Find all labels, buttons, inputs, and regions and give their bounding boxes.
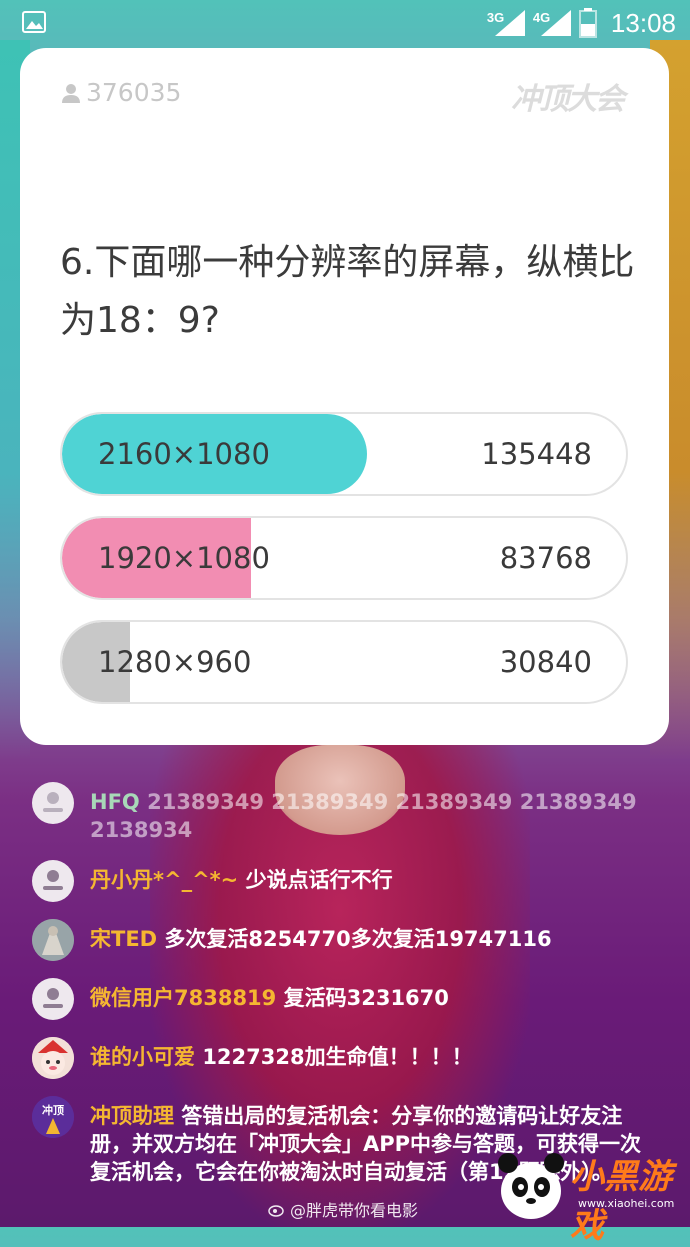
- image-notification-icon: [22, 11, 46, 33]
- chat-message-text: 多次复活8254770多次复活19747116: [164, 927, 552, 951]
- answer-option-3[interactable]: 1280×960 30840: [60, 620, 628, 704]
- chat-username: HFQ: [90, 790, 140, 814]
- answer-label: 1280×960: [98, 645, 252, 679]
- weibo-icon: [268, 1205, 284, 1217]
- site-logo-url: www.xiaohei.com: [578, 1197, 675, 1210]
- chat-message: 宋TED 多次复活8254770多次复活19747116: [32, 919, 652, 961]
- person-icon: [32, 860, 74, 902]
- person-icon: [62, 83, 80, 103]
- network-3g-icon: 3G: [487, 8, 525, 38]
- photo-avatar: [32, 919, 74, 961]
- answer-label: 2160×1080: [98, 437, 270, 471]
- question-card: 376035 冲顶大会 6.下面哪一种分辨率的屏幕，纵横比为18：9? 2160…: [20, 48, 669, 745]
- answer-count: 30840: [499, 645, 592, 679]
- question-text: 6.下面哪一种分辨率的屏幕，纵横比为18：9?: [60, 242, 635, 341]
- person-icon: [32, 978, 74, 1020]
- chat-username: 谁的小可爱: [90, 1045, 195, 1069]
- chat-message: 丹小丹*^_^*~ 少说点话行不行: [32, 860, 652, 902]
- site-logo: 小黑游戏 www.xiaohei.com: [496, 1143, 686, 1246]
- chat-username: 微信用户7838819: [90, 986, 277, 1010]
- answer-option-1[interactable]: 2160×1080 135448: [60, 412, 628, 496]
- weibo-watermark: @胖虎带你看电影: [268, 1197, 418, 1221]
- answer-count: 135448: [481, 437, 592, 471]
- chat-message-text: 1227328加生命值！！！！: [202, 1045, 473, 1069]
- app-logo: 冲顶大会: [511, 82, 625, 117]
- cartoon-avatar: [32, 1037, 74, 1079]
- battery-icon: [578, 8, 597, 38]
- assistant-avatar: 冲顶: [32, 1096, 74, 1138]
- chat-message-text: 少说点话行不行: [245, 868, 393, 892]
- chat-username: 丹小丹*^_^*~: [90, 868, 239, 892]
- chat-message-text: 复活码3231670: [283, 986, 449, 1010]
- panda-icon: [498, 1153, 564, 1219]
- network-4g-icon: 4G: [533, 8, 571, 38]
- answer-count: 83768: [499, 541, 592, 575]
- chat-message: 微信用户7838819 复活码3231670: [32, 978, 652, 1020]
- clock: 13:08: [610, 7, 676, 38]
- chat-message: 谁的小可爱 1227328加生命值！！！！: [32, 1037, 652, 1079]
- answer-option-2[interactable]: 1920×1080 83768: [60, 516, 628, 600]
- status-bar: 3G 4G 13:08: [0, 0, 690, 46]
- chat-username: 冲顶助理: [90, 1104, 174, 1128]
- person-icon: [32, 782, 74, 824]
- svg-text:冲顶: 冲顶: [42, 1103, 64, 1117]
- chat-message-text: 21389349 21389349 21389349 21389349 2138…: [90, 790, 637, 842]
- watermark-text: @胖虎带你看电影: [290, 1201, 419, 1220]
- viewer-count-value: 376035: [86, 78, 182, 107]
- chat-username: 宋TED: [90, 927, 158, 951]
- answer-label: 1920×1080: [98, 541, 270, 575]
- chat-message: HFQ 21389349 21389349 21389349 21389349 …: [32, 782, 652, 844]
- viewer-count: 376035: [62, 78, 181, 107]
